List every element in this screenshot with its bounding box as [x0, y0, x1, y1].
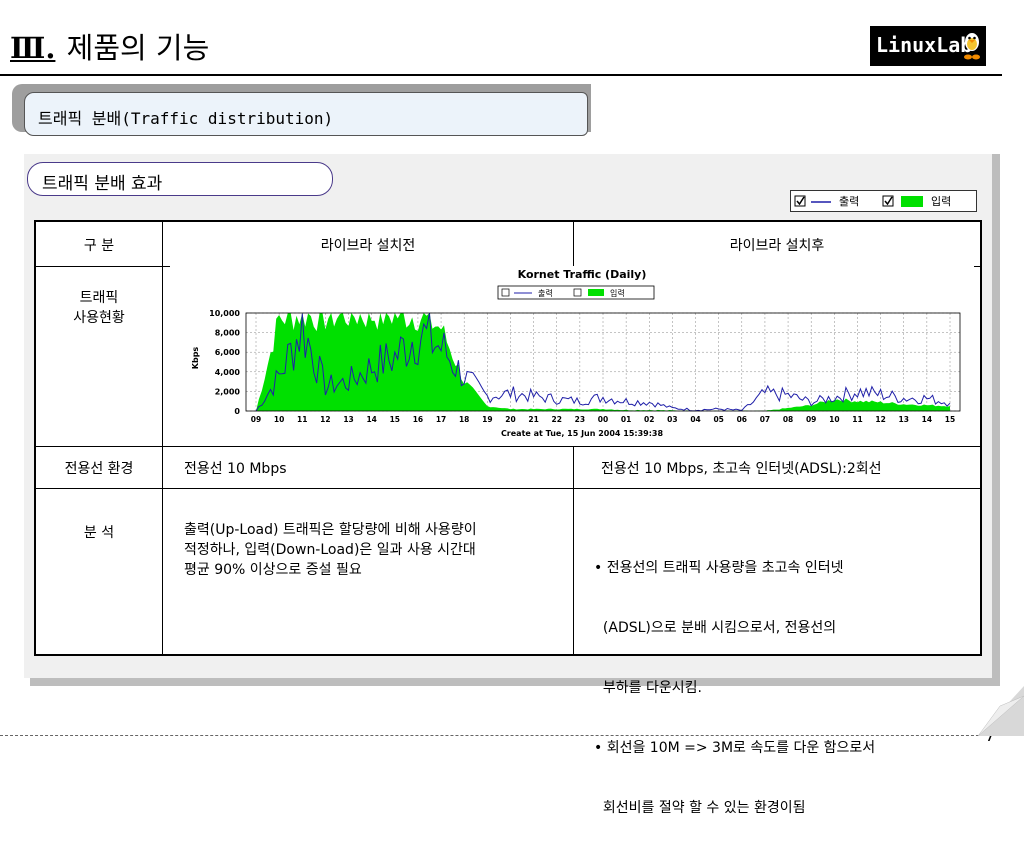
row-traffic-label-line1: 트래픽 — [79, 290, 119, 306]
x-tick-label: 11 — [852, 415, 862, 424]
chart-y-label: Kbps — [191, 347, 200, 370]
x-tick-label: 10 — [274, 415, 284, 424]
analysis-before-line: 출력(Up-Load) 트래픽은 할당량에 비해 사용량이 — [184, 522, 477, 538]
x-tick-label: 15 — [945, 415, 955, 424]
x-tick-label: 12 — [320, 415, 330, 424]
x-tick-label: 01 — [621, 415, 631, 424]
y-tick-label: 8,000 — [215, 329, 241, 338]
chart-legend: 출력 입력 — [497, 285, 655, 300]
chart-x-label: Create at Tue, 15 Jun 2004 15:39:38 — [501, 429, 664, 438]
chart-legend-out-label: 출력 — [538, 288, 553, 298]
traffic-chart: Kornet Traffic (Daily) 출력 입력 Kbps 10,000… — [170, 266, 974, 442]
row-line-label: 전용선 환경 — [64, 461, 134, 477]
legend-in-swatch — [901, 196, 923, 207]
x-tick-label: 12 — [875, 415, 885, 424]
header-before: 라이브라 설치전 — [320, 238, 416, 254]
x-tick-label: 23 — [575, 415, 585, 424]
analysis-after-line: 부하를 다운시킴. — [594, 680, 702, 696]
subsection-header: 트래픽 분배 효과 — [27, 162, 333, 196]
x-tick-label: 02 — [644, 415, 654, 424]
x-tick-label: 08 — [783, 415, 793, 424]
analysis-before-line: 적정하나, 입력(Down-Load)은 일과 사용 시간대 — [184, 542, 476, 558]
x-tick-label: 20 — [505, 415, 515, 424]
analysis-before-line: 평균 90% 이상으로 증설 필요 — [184, 562, 362, 578]
x-tick-label: 13 — [899, 415, 909, 424]
header-after: 라이브라 설치후 — [729, 238, 825, 254]
panel-legend: 출력 입력 — [790, 190, 977, 212]
logo-text: LinuxLab — [876, 33, 973, 57]
y-tick-label: 0 — [234, 407, 240, 416]
x-tick-label: 19 — [482, 415, 492, 424]
y-tick-label: 2,000 — [215, 387, 241, 396]
section-numeral: Ⅲ. — [10, 31, 56, 65]
slide-title: Ⅲ. 제품의 기능 — [10, 28, 209, 68]
x-tick-label: 09 — [251, 415, 261, 424]
row-analysis-after: • 전용선의 트래픽 사용량을 초고속 인터넷 (ADSL)으로 분배 시킴으로… — [594, 518, 974, 858]
analysis-after-line: • 전용선의 트래픽 사용량을 초고속 인터넷 — [594, 560, 844, 576]
x-tick-label: 15 — [390, 415, 400, 424]
x-tick-label: 06 — [737, 415, 747, 424]
x-tick-label: 00 — [598, 415, 608, 424]
section-header: 트래픽 분배(Traffic distribution) — [24, 92, 588, 136]
x-tick-label: 03 — [667, 415, 677, 424]
legend-out-label: 출력 — [839, 195, 859, 208]
x-tick-label: 18 — [459, 415, 469, 424]
x-tick-label: 07 — [760, 415, 770, 424]
x-tick-label: 16 — [413, 415, 423, 424]
chart-legend-in-label: 입력 — [610, 288, 625, 298]
x-tick-label: 13 — [343, 415, 353, 424]
chart-legend-in-swatch — [588, 289, 604, 296]
header-category: 구 분 — [83, 238, 115, 254]
footer-divider — [0, 735, 1024, 736]
title-divider — [0, 74, 1002, 76]
y-tick-label: 10,000 — [209, 309, 240, 318]
row-line-before: 전용선 10 Mbps — [184, 461, 287, 477]
linuxlab-logo: LinuxLab — [870, 26, 986, 66]
legend-in-label: 입력 — [931, 195, 951, 208]
x-tick-label: 09 — [806, 415, 816, 424]
x-tick-label: 10 — [829, 415, 839, 424]
tux-penguin-icon — [964, 33, 980, 60]
row-traffic-label: 트래픽 사용현황 — [36, 288, 162, 328]
x-tick-label: 14 — [366, 415, 376, 424]
analysis-after-line: 회선비를 절약 할 수 있는 환경이됨 — [594, 800, 806, 816]
x-tick-label: 11 — [297, 415, 307, 424]
x-tick-label: 17 — [436, 415, 446, 424]
x-tick-label: 14 — [922, 415, 932, 424]
chart-title: Kornet Traffic (Daily) — [518, 268, 647, 281]
row-analysis-label: 분 석 — [83, 525, 115, 541]
x-tick-label: 05 — [713, 415, 723, 424]
subsection-header-text: 트래픽 분배 효과 — [42, 174, 163, 194]
x-tick-label: 22 — [552, 415, 562, 424]
section-header-text: 트래픽 분배(Traffic distribution) — [38, 109, 334, 128]
analysis-after-line: • 회선을 10M => 3M로 속도를 다운 함으로서 — [594, 740, 876, 756]
x-tick-label: 04 — [690, 415, 700, 424]
row-line-after: 전용선 10 Mbps, 초고속 인터넷(ADSL):2회선 — [601, 461, 882, 477]
y-tick-label: 4,000 — [215, 368, 241, 377]
analysis-after-line: (ADSL)으로 분배 시킴으로서, 전용선의 — [594, 620, 837, 636]
slide-title-text: 제품의 기능 — [66, 31, 210, 65]
page-curl-decoration — [977, 686, 1024, 736]
panel-shadow-right — [992, 154, 1000, 686]
row-traffic-label-line2: 사용현황 — [73, 310, 125, 326]
y-tick-label: 6,000 — [215, 348, 241, 357]
row-analysis-before: 출력(Up-Load) 트래픽은 할당량에 비해 사용량이 적정하나, 입력(D… — [184, 520, 569, 580]
x-tick-label: 21 — [528, 415, 538, 424]
